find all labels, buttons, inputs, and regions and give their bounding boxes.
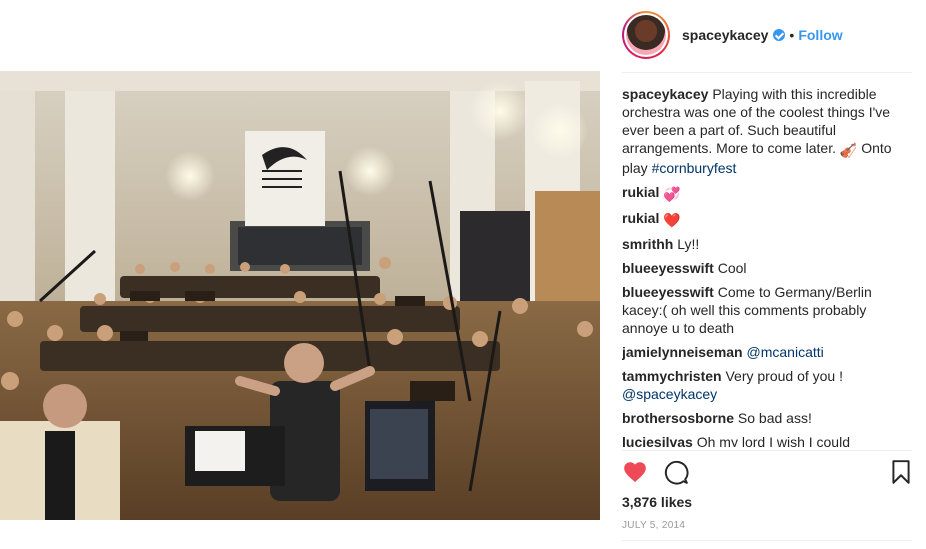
separator-dot: • bbox=[789, 27, 795, 43]
comment-username[interactable]: tammychristen bbox=[622, 368, 722, 384]
verified-badge-icon bbox=[773, 29, 786, 41]
comment-text: Cool bbox=[717, 260, 747, 276]
comment-username[interactable]: rukial bbox=[622, 184, 659, 200]
comments-list[interactable]: spaceykacey Playing with this incredible… bbox=[622, 85, 912, 447]
avatar-story-ring[interactable] bbox=[622, 11, 670, 59]
avatar bbox=[626, 15, 666, 55]
comment-item: blueeyesswift Cool bbox=[622, 259, 912, 277]
comment-username[interactable]: blueeyesswift bbox=[622, 260, 714, 276]
comment-username[interactable]: rukial bbox=[622, 210, 659, 226]
comment-item: tammychristen Very proud of you ! @space… bbox=[622, 367, 912, 403]
comment-item: luciesilvas Oh my lord I wish I could bbox=[622, 433, 912, 447]
comment-item: brothersosborne So bad ass! bbox=[622, 409, 912, 427]
comment-bubble-icon[interactable] bbox=[663, 459, 689, 485]
mention-link[interactable]: @mcanicatti bbox=[747, 344, 824, 360]
likes-count[interactable]: 3,876 likes bbox=[622, 494, 692, 510]
header-divider bbox=[622, 72, 912, 73]
comment-username[interactable]: brothersosborne bbox=[622, 410, 734, 426]
comment-username[interactable]: jamielynneiseman bbox=[622, 344, 743, 360]
comment-text: ❤️ bbox=[663, 212, 681, 228]
comment-text: 💞 bbox=[663, 186, 681, 202]
heart-filled-icon[interactable] bbox=[622, 459, 648, 485]
comment-text: So bad ass! bbox=[737, 410, 812, 426]
hashtag-link[interactable]: #cornburyfest bbox=[652, 160, 737, 176]
caption: spaceykacey Playing with this incredible… bbox=[622, 85, 912, 177]
comment-item: smrithh Ly!! bbox=[622, 235, 912, 253]
post-side-panel: spaceykacey • Follow spaceykacey Playing… bbox=[622, 0, 912, 549]
comment-item: blueeyesswift Come to Germany/Berlin kac… bbox=[622, 283, 912, 337]
mention-link[interactable]: @spaceykacey bbox=[622, 386, 717, 402]
actions-divider bbox=[622, 450, 912, 451]
action-bar bbox=[622, 459, 912, 489]
caption-username[interactable]: spaceykacey bbox=[622, 86, 708, 102]
comment-text: Ly!! bbox=[677, 236, 700, 252]
comment-text: Oh my lord I wish I could bbox=[696, 434, 850, 447]
post-header: spaceykacey • Follow bbox=[622, 10, 912, 60]
comment-item: rukial 💞 bbox=[622, 183, 912, 203]
post-photo[interactable] bbox=[0, 71, 600, 520]
comment-username[interactable]: luciesilvas bbox=[622, 434, 693, 447]
comment-item: rukial ❤️ bbox=[622, 209, 912, 229]
orchestra-studio-photo bbox=[0, 71, 600, 520]
comment-username[interactable]: smrithh bbox=[622, 236, 673, 252]
footer-divider bbox=[622, 540, 912, 541]
bookmark-icon[interactable] bbox=[888, 459, 914, 485]
comment-item: jamielynneiseman @mcanicatti bbox=[622, 343, 912, 361]
post-date[interactable]: July 5, 2014 bbox=[622, 520, 685, 531]
comment-text: Very proud of you ! bbox=[725, 368, 844, 384]
follow-button[interactable]: Follow bbox=[798, 27, 842, 43]
author-username[interactable]: spaceykacey bbox=[682, 27, 768, 43]
comment-username[interactable]: blueeyesswift bbox=[622, 284, 714, 300]
violin-emoji: 🎻 bbox=[839, 142, 858, 158]
